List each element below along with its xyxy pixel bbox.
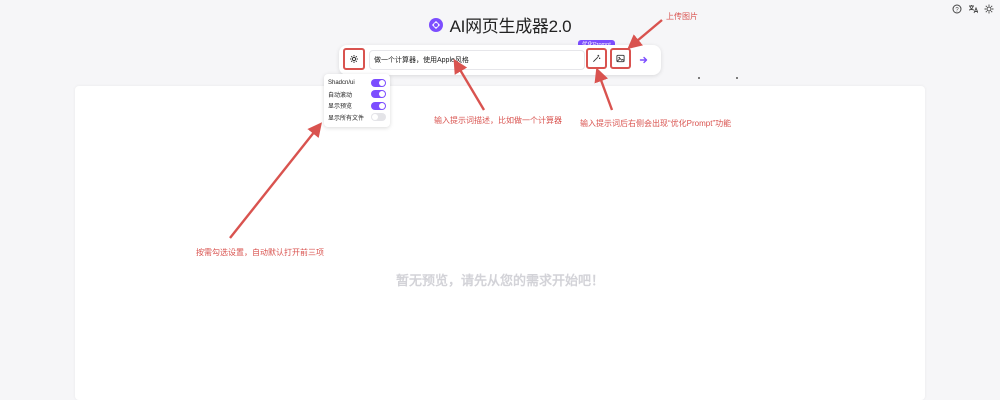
- empty-preview-message: 暂无预览，请先从您的需求开始吧！: [395, 273, 604, 288]
- menu-item-show-all-files: 显示所有文件: [328, 112, 386, 124]
- show-all-files-toggle[interactable]: [371, 113, 386, 122]
- image-icon: [616, 54, 625, 63]
- settings-button[interactable]: [343, 48, 365, 70]
- annotation-settings: 按需勾选设置，自动默认打开前三项: [196, 248, 324, 257]
- preview-panel: 暂无预览，请先从您的需求开始吧！: [75, 86, 925, 400]
- shadcn-toggle[interactable]: [371, 78, 386, 87]
- toggle-knob: [379, 102, 385, 109]
- send-button[interactable]: [636, 52, 652, 68]
- menu-item-show-preview: 显示预览: [328, 100, 386, 112]
- menu-item-shadcn: Shadcn/ui: [328, 77, 386, 89]
- magic-wand-icon: [593, 54, 601, 62]
- menu-item-label: Shadcn/ui: [328, 79, 355, 86]
- prompt-input[interactable]: 做一个计算器，使用Apple风格: [369, 50, 585, 70]
- settings-menu: Shadcn/ui 自动滚动 显示预览 显示所有文件: [324, 74, 390, 127]
- decor-dot: [736, 77, 738, 79]
- menu-item-label: 显示所有文件: [328, 115, 365, 122]
- decor-dot: [698, 77, 700, 79]
- toggle-knob: [372, 114, 378, 121]
- logo-icon: [428, 17, 443, 32]
- menu-item-auto-scroll: 自动滚动: [328, 89, 386, 101]
- header: AI网页生成器2.0: [0, 12, 1000, 37]
- annotation-prompt: 输入提示词描述，比如做一个计算器: [434, 116, 562, 125]
- prompt-bar: 做一个计算器，使用Apple风格: [339, 45, 661, 75]
- menu-item-label: 自动滚动: [328, 92, 353, 99]
- gear-icon: [350, 55, 358, 63]
- menu-item-label: 显示预览: [328, 104, 353, 111]
- arrow-right-icon: [639, 56, 648, 64]
- optimize-prompt-button[interactable]: [586, 48, 607, 69]
- upload-image-button[interactable]: [610, 48, 631, 69]
- page-title: AI网页生成器2.0: [449, 17, 572, 36]
- toggle-knob: [379, 91, 385, 98]
- auto-scroll-toggle[interactable]: [371, 90, 386, 99]
- annotation-optimize: 输入提示词后右侧会出现“优化Prompt”功能: [580, 119, 732, 128]
- toggle-knob: [379, 79, 385, 86]
- show-preview-toggle[interactable]: [371, 101, 386, 110]
- annotation-upload: 上传图片: [666, 12, 698, 21]
